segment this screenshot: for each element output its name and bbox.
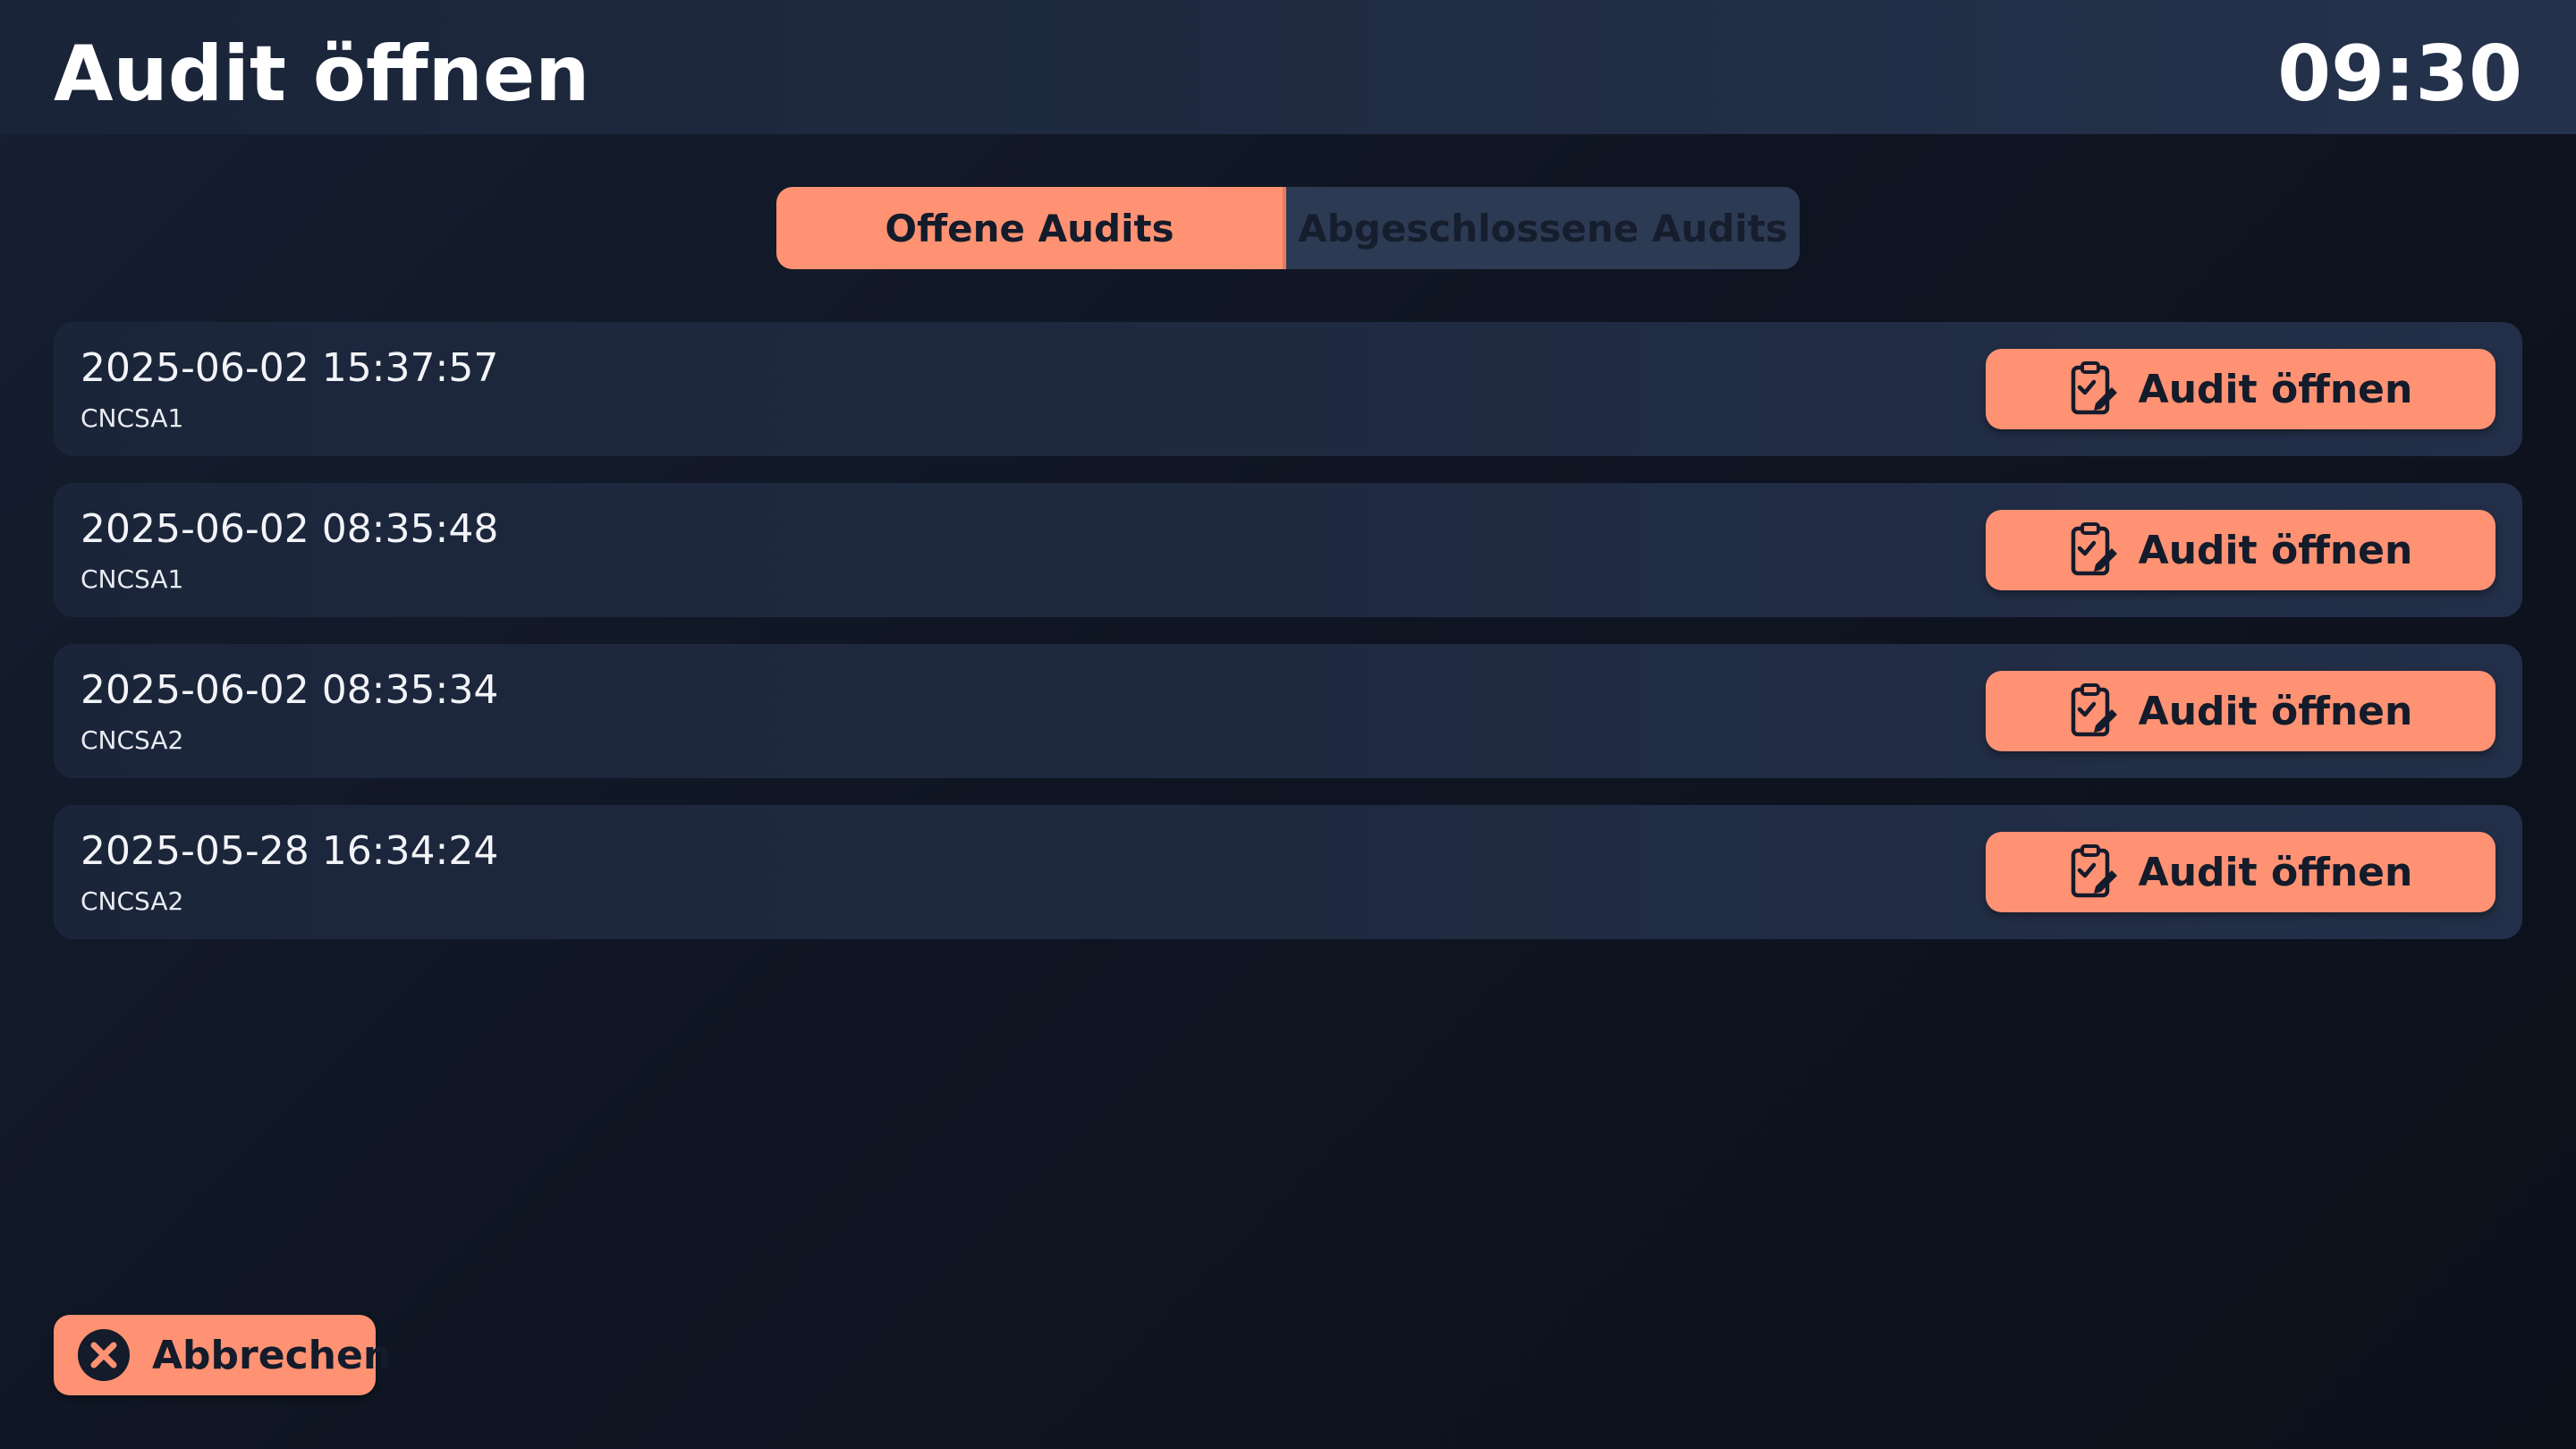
open-audit-button[interactable]: Audit öffnen	[1986, 832, 2496, 912]
clipboard-edit-icon	[2069, 682, 2119, 740]
audit-machine: CNCSA1	[80, 564, 184, 594]
tab-open-audits[interactable]: Offene Audits	[776, 187, 1286, 269]
audit-row: 2025-06-02 08:35:34 CNCSA2 Audit öffnen	[54, 644, 2522, 778]
cancel-button[interactable]: Abbrechen	[54, 1315, 391, 1395]
audit-machine: CNCSA2	[80, 886, 184, 916]
open-audit-button-label: Audit öffnen	[2138, 366, 2413, 412]
header-bar: Audit öffnen 09:30	[0, 0, 2576, 134]
tab-closed-audits[interactable]: Abgeschlossene Audits	[1286, 187, 1800, 269]
audit-datetime: 2025-06-02 08:35:48	[80, 506, 499, 552]
audit-machine: CNCSA2	[80, 725, 184, 755]
open-audit-button[interactable]: Audit öffnen	[1986, 671, 2496, 751]
clipboard-edit-icon	[2069, 843, 2119, 901]
clock: 09:30	[2277, 30, 2522, 119]
close-circle-icon	[77, 1328, 131, 1382]
clipboard-edit-icon	[2069, 360, 2119, 418]
audit-datetime: 2025-06-02 08:35:34	[80, 667, 499, 713]
audit-datetime: 2025-06-02 15:37:57	[80, 345, 499, 391]
cancel-button-label: Abbrechen	[152, 1332, 392, 1378]
audit-datetime: 2025-05-28 16:34:24	[80, 828, 499, 874]
open-audit-button-label: Audit öffnen	[2138, 527, 2413, 573]
audit-row: 2025-06-02 08:35:48 CNCSA1 Audit öffnen	[54, 483, 2522, 617]
open-audit-button-label: Audit öffnen	[2138, 688, 2413, 734]
audit-list: 2025-06-02 15:37:57 CNCSA1 Audit öffnen …	[54, 322, 2522, 966]
open-audit-button[interactable]: Audit öffnen	[1986, 349, 2496, 429]
clipboard-edit-icon	[2069, 521, 2119, 579]
audit-row: 2025-05-28 16:34:24 CNCSA2 Audit öffnen	[54, 805, 2522, 939]
open-audit-button[interactable]: Audit öffnen	[1986, 510, 2496, 590]
audit-row: 2025-06-02 15:37:57 CNCSA1 Audit öffnen	[54, 322, 2522, 456]
audit-tabs: Offene Audits Abgeschlossene Audits	[776, 187, 1800, 269]
open-audit-button-label: Audit öffnen	[2138, 849, 2413, 895]
page-title: Audit öffnen	[54, 30, 590, 119]
audit-machine: CNCSA1	[80, 403, 184, 433]
